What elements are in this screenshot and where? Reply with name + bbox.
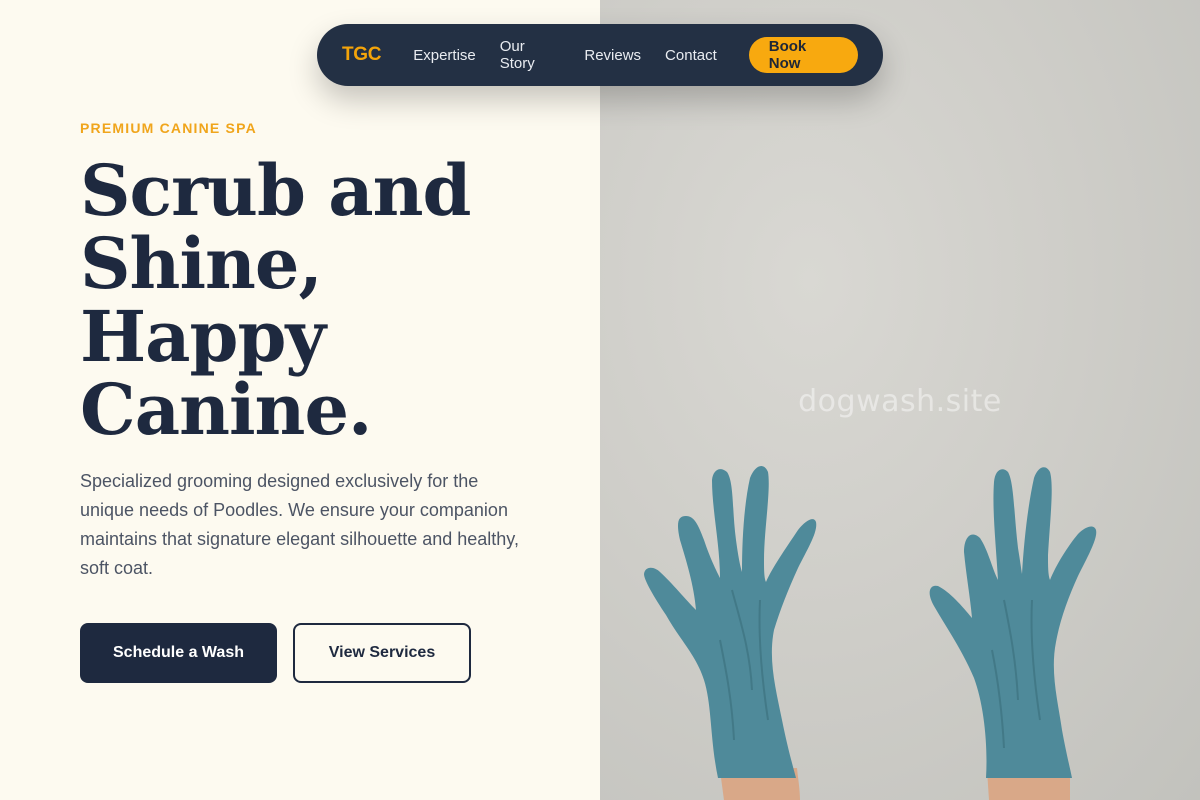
- headline-line: Shine,: [80, 222, 323, 305]
- nav-link-reviews[interactable]: Reviews: [584, 47, 641, 64]
- hero-headline: Scrub and Shine, Happy Canine.: [80, 154, 550, 446]
- schedule-wash-button[interactable]: Schedule a Wash: [80, 623, 277, 683]
- image-watermark: dogwash.site: [798, 384, 1002, 419]
- nav-link-our-story[interactable]: Our Story: [500, 38, 561, 72]
- nav-link-expertise[interactable]: Expertise: [413, 47, 476, 64]
- right-glove: [929, 467, 1097, 778]
- book-now-button[interactable]: Book Now: [748, 37, 858, 73]
- main-navigation: TGC Expertise Our Story Reviews Contact …: [317, 24, 883, 86]
- headline-line: Scrub and: [80, 149, 471, 232]
- headline-line: Canine.: [80, 368, 372, 451]
- hero-description: Specialized grooming designed exclusivel…: [80, 471, 519, 578]
- hero-eyebrow: PREMIUM CANINE SPA: [80, 120, 257, 136]
- headline-line: Happy: [80, 295, 326, 378]
- left-glove: [644, 466, 817, 778]
- hero-image: dogwash.site: [600, 0, 1200, 800]
- nav-link-contact[interactable]: Contact: [665, 47, 717, 64]
- view-services-button[interactable]: View Services: [293, 623, 471, 683]
- brand-logo[interactable]: TGC: [342, 44, 382, 66]
